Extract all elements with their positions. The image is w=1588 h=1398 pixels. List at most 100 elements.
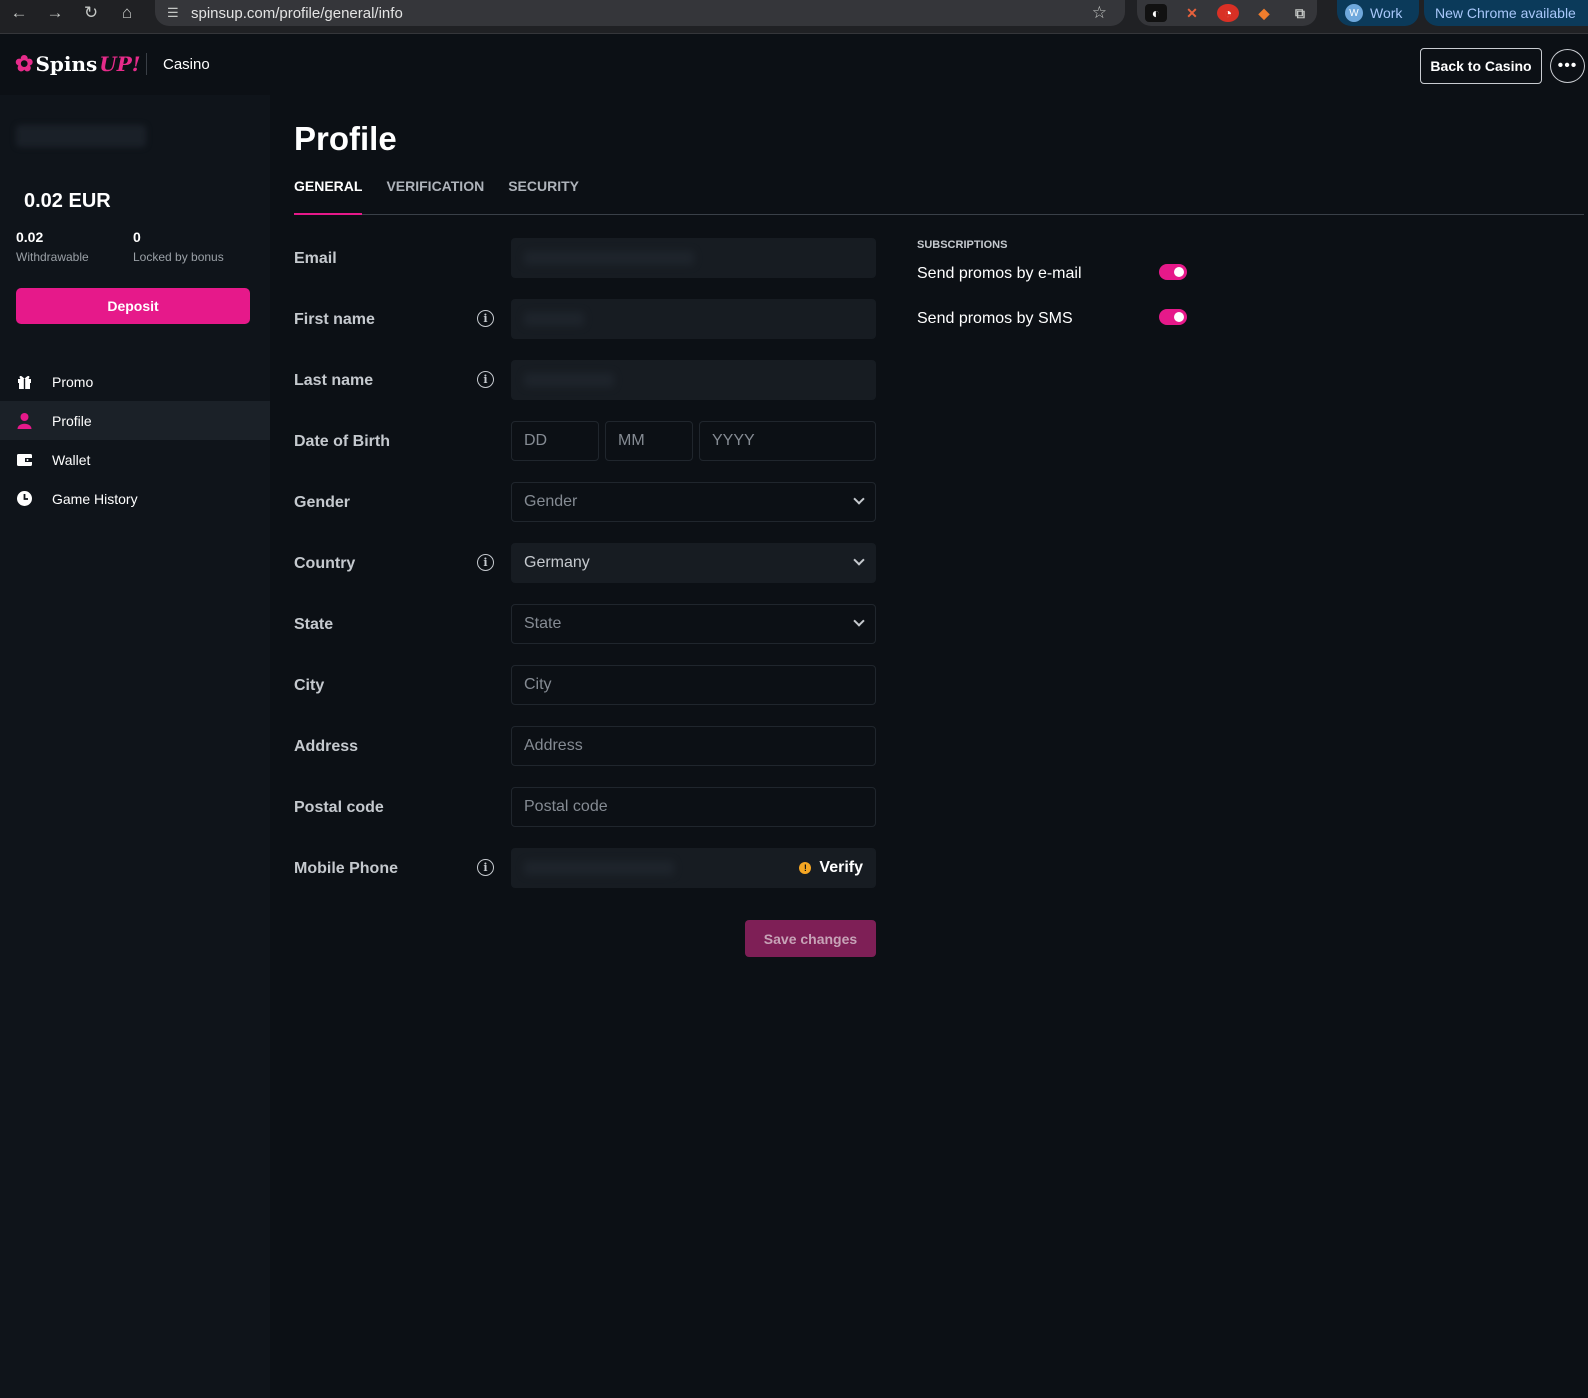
state-select[interactable]: State <box>511 604 876 644</box>
url-text[interactable]: spinsup.com/profile/general/info <box>191 5 403 22</box>
bookmark-star-icon[interactable]: ☆ <box>1092 3 1107 23</box>
extension-icon[interactable]: ✕ <box>1181 4 1203 22</box>
country-select[interactable]: Germany <box>511 543 876 583</box>
email-field[interactable] <box>511 238 876 278</box>
locked-balance: 0 Locked by bonus <box>133 229 224 264</box>
locked-value: 0 <box>133 229 141 245</box>
gender-row: Gender Gender <box>294 482 876 543</box>
chrome-update-button[interactable]: New Chrome available <box>1424 0 1588 26</box>
extension-icon[interactable]: ◐ <box>1145 4 1167 22</box>
back-to-casino-button[interactable]: Back to Casino <box>1420 48 1542 84</box>
username-redacted <box>16 125 146 147</box>
sidebar-item-label: Profile <box>52 412 92 429</box>
sidebar-menu: Promo Profile Wallet Game History <box>0 362 270 518</box>
info-icon[interactable]: i <box>477 554 494 571</box>
extensions-bar: ◐ ✕ ◔ ◆ ⧉ <box>1137 0 1317 26</box>
city-label: City <box>294 677 325 694</box>
tab-general[interactable]: GENERAL <box>294 175 363 215</box>
postal-code-input[interactable]: Postal code <box>511 787 876 827</box>
profile-tabs: GENERAL VERIFICATION SECURITY <box>294 175 1584 215</box>
withdrawable-value: 0.02 <box>16 229 44 245</box>
redacted-value <box>524 373 614 387</box>
redacted-value <box>524 251 694 265</box>
profile-chip[interactable]: W Work <box>1337 0 1419 26</box>
email-promos-label: Send promos by e-mail <box>917 264 1082 282</box>
sidebar-item-promo[interactable]: Promo <box>0 362 270 401</box>
chevron-down-icon <box>853 615 865 627</box>
warning-icon: ! <box>799 862 812 874</box>
sms-promos-toggle[interactable] <box>1159 309 1187 325</box>
country-value: Germany <box>524 554 590 571</box>
dob-row: Date of Birth DD MM YYYY <box>294 421 876 482</box>
logo-text-accent: UP! <box>99 52 141 76</box>
tab-verification[interactable]: VERIFICATION <box>386 175 484 214</box>
mobile-phone-field[interactable]: ! Verify <box>511 848 876 888</box>
address-input[interactable]: Address <box>511 726 876 766</box>
tab-security[interactable]: SECURITY <box>508 175 579 214</box>
dob-year-input[interactable]: YYYY <box>699 421 876 461</box>
first-name-row: First name i <box>294 299 876 360</box>
address-bar[interactable]: ☰ spinsup.com/profile/general/info ☆ <box>155 0 1125 26</box>
forward-arrow-icon[interactable]: → <box>42 0 68 26</box>
postal-code-label: Postal code <box>294 799 384 816</box>
update-label: New Chrome available <box>1435 5 1576 21</box>
last-name-row: Last name i <box>294 360 876 421</box>
gender-label: Gender <box>294 494 351 511</box>
dob-inputs: DD MM YYYY <box>511 421 876 461</box>
save-changes-button[interactable]: Save changes <box>745 920 876 957</box>
more-options-icon[interactable]: ••• <box>1550 49 1585 83</box>
page-title: Profile <box>294 120 397 157</box>
info-icon[interactable]: i <box>477 310 494 327</box>
dob-month-input[interactable]: MM <box>605 421 693 461</box>
sms-promos-label: Send promos by SMS <box>917 309 1073 327</box>
sidebar-item-label: Game History <box>52 490 138 507</box>
avatar: W <box>1345 4 1363 22</box>
city-input[interactable]: City <box>511 665 876 705</box>
mobile-phone-row: Mobile Phone i ! Verify <box>294 848 876 909</box>
user-icon <box>16 412 33 429</box>
extension-icon[interactable]: ◆ <box>1253 4 1275 22</box>
gender-placeholder: Gender <box>524 493 578 510</box>
site-settings-icon[interactable]: ☰ <box>167 5 189 21</box>
balance-total: 0.02 EUR <box>24 190 111 212</box>
locked-label: Locked by bonus <box>133 250 224 264</box>
withdrawable-label: Withdrawable <box>16 250 89 264</box>
puzzle-icon[interactable]: ⧉ <box>1289 4 1311 22</box>
address-row: Address Address <box>294 726 876 787</box>
subscriptions-title: SUBSCRIPTIONS <box>917 239 1008 251</box>
info-icon[interactable]: i <box>477 859 494 876</box>
logo-text: Spins <box>35 52 98 76</box>
casino-link[interactable]: Casino <box>163 56 210 73</box>
info-icon[interactable]: i <box>477 371 494 388</box>
address-label: Address <box>294 738 359 755</box>
deposit-button[interactable]: Deposit <box>16 288 250 324</box>
dob-label: Date of Birth <box>294 433 390 450</box>
verify-phone-button[interactable]: ! Verify <box>799 859 863 877</box>
mobile-phone-label: Mobile Phone <box>294 860 398 877</box>
sidebar-item-profile[interactable]: Profile <box>0 401 270 440</box>
extension-icon[interactable]: ◔ <box>1217 4 1239 22</box>
postal-code-row: Postal code Postal code <box>294 787 876 848</box>
sidebar-item-game-history[interactable]: Game History <box>0 479 270 518</box>
email-row: Email <box>294 238 876 299</box>
profile-form: Email First name i Last name i Date of B… <box>294 238 876 909</box>
gender-select[interactable]: Gender <box>511 482 876 522</box>
sidebar-item-wallet[interactable]: Wallet <box>0 440 270 479</box>
state-label: State <box>294 616 334 633</box>
last-name-field[interactable] <box>511 360 876 400</box>
back-arrow-icon[interactable]: ← <box>6 0 32 26</box>
state-placeholder: State <box>524 615 562 632</box>
app-header: ✿ Spins UP! Casino Back to Casino ••• <box>0 35 1588 95</box>
country-label: Country <box>294 555 356 572</box>
brand-logo[interactable]: ✿ Spins UP! <box>15 51 141 77</box>
clock-icon <box>16 490 33 507</box>
last-name-label: Last name <box>294 372 374 389</box>
dob-day-input[interactable]: DD <box>511 421 599 461</box>
email-promos-toggle[interactable] <box>1159 264 1187 280</box>
wallet-icon <box>16 451 33 468</box>
home-icon[interactable]: ⌂ <box>114 0 140 26</box>
redacted-value <box>524 861 674 875</box>
reload-icon[interactable]: ↻ <box>78 0 104 26</box>
first-name-field[interactable] <box>511 299 876 339</box>
city-row: City City <box>294 665 876 726</box>
